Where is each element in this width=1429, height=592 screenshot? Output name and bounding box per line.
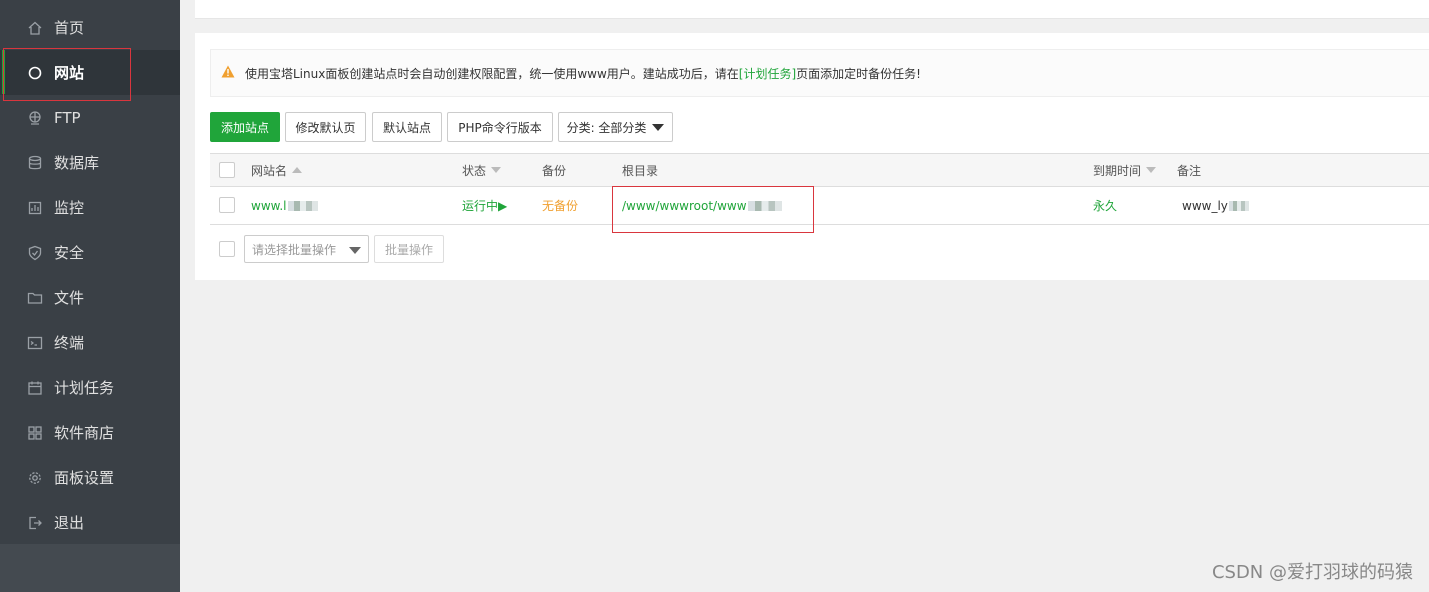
cron-link[interactable]: [计划任务] bbox=[739, 65, 796, 82]
row-checkbox[interactable] bbox=[219, 197, 235, 213]
folder-icon bbox=[26, 289, 44, 307]
remark-text: www_ly bbox=[1182, 198, 1228, 213]
home-icon bbox=[26, 19, 44, 37]
bulk-checkbox[interactable] bbox=[219, 241, 235, 257]
modify-default-page-button[interactable]: 修改默认页 bbox=[285, 112, 366, 142]
ftp-icon bbox=[26, 109, 44, 127]
terminal-icon bbox=[26, 334, 44, 352]
notice-text-tail: 页面添加定时备份任务! bbox=[796, 66, 921, 81]
header-root: 根目录 bbox=[622, 154, 658, 186]
sidebar-item-store[interactable]: 软件商店 bbox=[0, 410, 180, 455]
sidebar-item-label: 首页 bbox=[54, 19, 85, 37]
backup-link[interactable]: 无备份 bbox=[542, 187, 578, 224]
bulk-select-placeholder: 请选择批量操作 bbox=[252, 242, 337, 257]
sort-desc-icon bbox=[1146, 167, 1157, 173]
chevron-down-icon bbox=[349, 247, 361, 254]
sidebar-item-label: 计划任务 bbox=[54, 379, 115, 397]
select-all-checkbox[interactable] bbox=[219, 162, 235, 178]
monitor-icon bbox=[26, 199, 44, 217]
sidebar-item-cron[interactable]: 计划任务 bbox=[0, 365, 180, 410]
main-card: 使用宝塔Linux面板创建站点时会自动创建权限配置，统一使用www用户。建站成功… bbox=[195, 33, 1429, 280]
header-backup-label: 备份 bbox=[542, 163, 567, 178]
table-row: www.l 运行中▶ 无备份 /www/wwwroot/www 永久 www_l… bbox=[210, 187, 1429, 225]
sidebar-item-label: 文件 bbox=[54, 289, 85, 307]
header-remark: 备注 bbox=[1177, 154, 1201, 186]
chevron-down-icon bbox=[652, 123, 665, 131]
expire-link[interactable]: 永久 bbox=[1093, 187, 1117, 224]
category-label: 分类: 全部分类 bbox=[566, 120, 647, 135]
sidebar-item-settings[interactable]: 面板设置 bbox=[0, 455, 180, 500]
sidebar-item-security[interactable]: 安全 bbox=[0, 230, 180, 275]
status-badge[interactable]: 运行中▶ bbox=[462, 187, 507, 224]
php-cli-version-label: PHP命令行版本 bbox=[458, 120, 542, 135]
php-cli-version-button[interactable]: PHP命令行版本 bbox=[447, 112, 553, 142]
gear-icon bbox=[26, 469, 44, 487]
header-root-label: 根目录 bbox=[622, 163, 659, 178]
header-backup: 备份 bbox=[542, 154, 566, 186]
bulk-action-button[interactable]: 批量操作 bbox=[374, 235, 444, 263]
add-site-button[interactable]: 添加站点 bbox=[210, 112, 280, 142]
grid-icon bbox=[26, 424, 44, 442]
site-name-link[interactable]: www.l bbox=[251, 187, 318, 224]
shield-icon bbox=[26, 244, 44, 262]
redacted-text bbox=[1228, 200, 1249, 211]
sidebar-bottom bbox=[0, 544, 180, 592]
calendar-icon bbox=[26, 379, 44, 397]
status-text: 运行中▶ bbox=[462, 199, 508, 213]
sidebar-item-database[interactable]: 数据库 bbox=[0, 140, 180, 185]
header-status[interactable]: 状态 bbox=[462, 154, 502, 186]
notice-bar: 使用宝塔Linux面板创建站点时会自动创建权限配置，统一使用www用户。建站成功… bbox=[210, 49, 1429, 97]
add-site-label: 添加站点 bbox=[220, 120, 269, 135]
sidebar-item-logout[interactable]: 退出 bbox=[0, 500, 180, 545]
header-status-label: 状态 bbox=[462, 163, 487, 178]
bulk-action-select[interactable]: 请选择批量操作 bbox=[244, 235, 369, 263]
highlight-box-root-dir bbox=[612, 186, 814, 233]
warning-icon bbox=[221, 65, 235, 81]
site-name-text: www.l bbox=[251, 198, 287, 213]
table-header: 网站名 状态 备份 根目录 到期时间 备注 bbox=[210, 153, 1429, 187]
sidebar-item-label: FTP bbox=[54, 108, 81, 127]
category-select[interactable]: 分类: 全部分类 bbox=[558, 112, 673, 142]
expire-text: 永久 bbox=[1093, 199, 1118, 213]
notice-text: 使用宝塔Linux面板创建站点时会自动创建权限配置，统一使用www用户。建站成功… bbox=[245, 66, 739, 81]
sidebar-item-label: 退出 bbox=[54, 514, 85, 532]
sidebar-item-label: 安全 bbox=[54, 244, 85, 262]
sidebar-item-label: 终端 bbox=[54, 334, 85, 352]
redacted-text bbox=[287, 200, 318, 211]
header-site-name-label: 网站名 bbox=[251, 163, 288, 178]
remark-field[interactable]: www_ly bbox=[1182, 187, 1249, 224]
sidebar-item-terminal[interactable]: 终端 bbox=[0, 320, 180, 365]
sort-asc-icon bbox=[292, 167, 303, 173]
header-expire-label: 到期时间 bbox=[1093, 163, 1142, 178]
sidebar-item-label: 监控 bbox=[54, 199, 85, 217]
sidebar-item-files[interactable]: 文件 bbox=[0, 275, 180, 320]
sort-desc-icon bbox=[491, 167, 502, 173]
sidebar-item-home[interactable]: 首页 bbox=[0, 5, 180, 50]
default-site-label: 默认站点 bbox=[382, 120, 431, 135]
highlight-box-website bbox=[3, 48, 131, 101]
database-icon bbox=[26, 154, 44, 172]
sidebar-item-label: 数据库 bbox=[54, 154, 100, 172]
backup-text: 无备份 bbox=[542, 199, 579, 213]
bulk-button-label: 批量操作 bbox=[384, 242, 433, 257]
default-site-button[interactable]: 默认站点 bbox=[372, 112, 442, 142]
watermark: CSDN @爱打羽球的码猿 bbox=[1211, 562, 1413, 583]
header-expire[interactable]: 到期时间 bbox=[1093, 154, 1157, 186]
sidebar-item-monitor[interactable]: 监控 bbox=[0, 185, 180, 230]
sidebar-item-ftp[interactable]: FTP bbox=[0, 95, 180, 140]
header-site-name[interactable]: 网站名 bbox=[251, 154, 303, 186]
sidebar-item-label: 面板设置 bbox=[54, 469, 115, 487]
header-remark-label: 备注 bbox=[1177, 163, 1202, 178]
top-card bbox=[195, 0, 1429, 19]
logout-icon bbox=[26, 514, 44, 532]
modify-default-page-label: 修改默认页 bbox=[295, 120, 356, 135]
sidebar-item-label: 软件商店 bbox=[54, 424, 115, 442]
